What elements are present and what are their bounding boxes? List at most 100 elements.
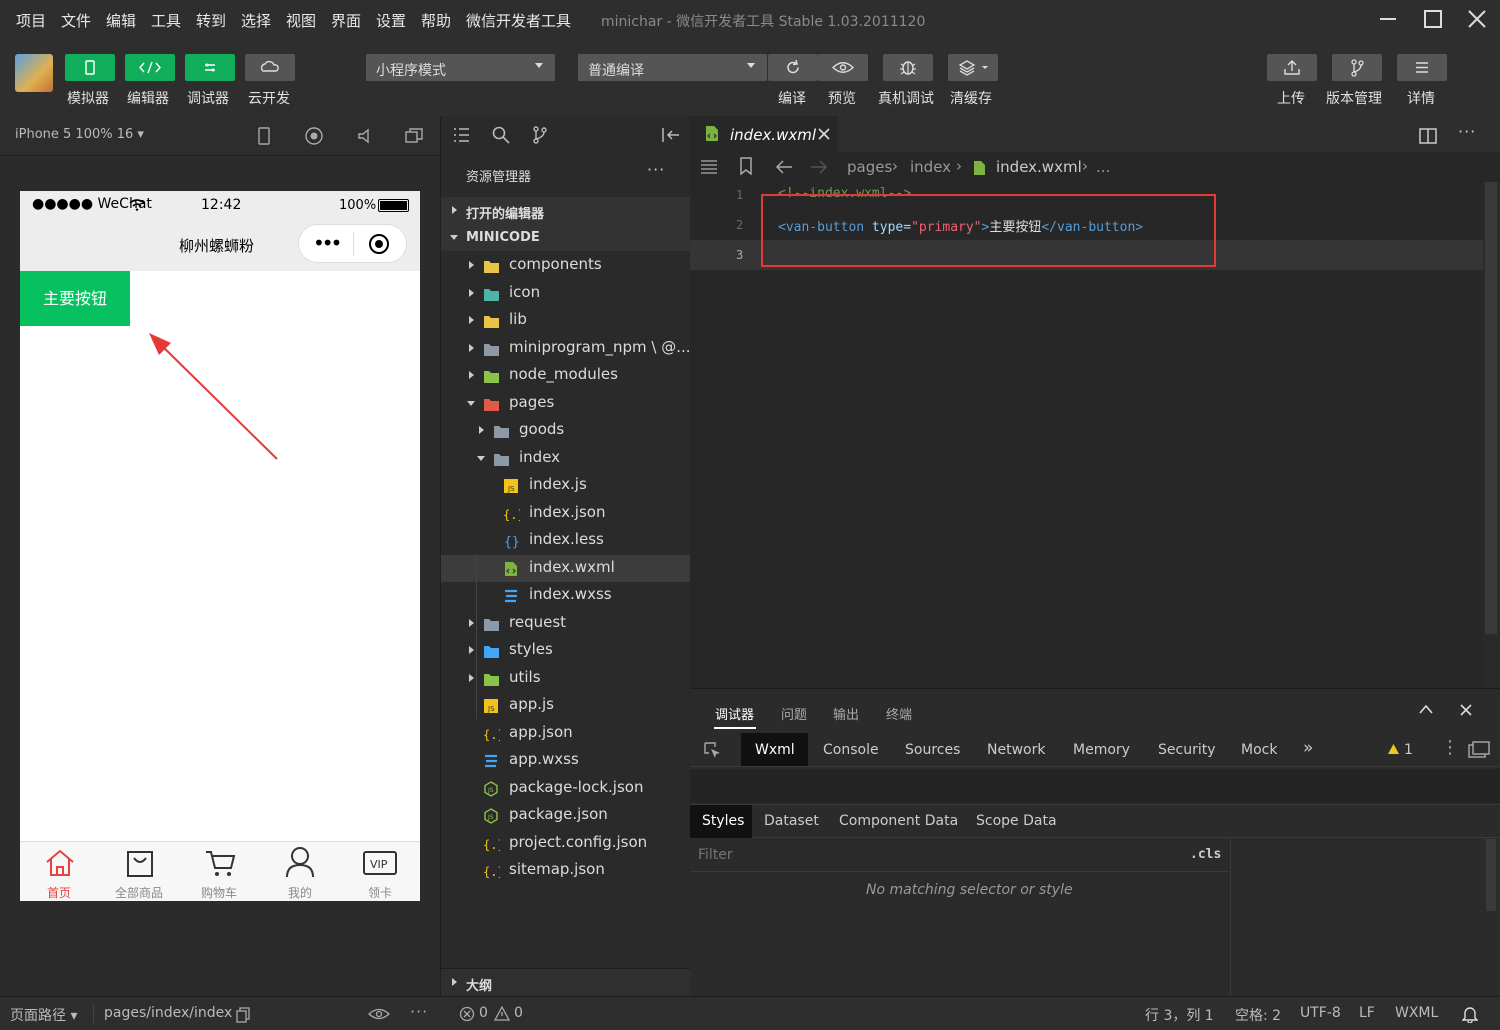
more-icon[interactable]: ··· (647, 160, 665, 179)
split-editor-icon[interactable] (1419, 128, 1437, 144)
record-icon[interactable] (304, 126, 324, 146)
outline-section[interactable]: 大纲 (441, 968, 690, 996)
avatar[interactable] (15, 54, 53, 92)
folder-item[interactable]: icon (441, 280, 690, 307)
file-item[interactable]: app.wxss (441, 747, 690, 774)
folder-item[interactable]: styles (441, 637, 690, 664)
filter-input[interactable] (693, 842, 1175, 868)
arrow-right-icon[interactable] (810, 159, 828, 175)
menu-select[interactable]: 选择 (241, 10, 271, 31)
speaker-icon[interactable] (355, 126, 375, 146)
panel-security[interactable]: Security (1158, 742, 1216, 758)
panel-network[interactable]: Network (987, 742, 1045, 758)
kebab-menu-icon[interactable]: ⋮ (1441, 737, 1459, 758)
menu-tools[interactable]: 工具 (151, 10, 181, 31)
warning-count[interactable]: 1 (1404, 742, 1413, 758)
language-mode[interactable]: WXML (1395, 1005, 1438, 1021)
file-item[interactable]: {.} app.json (441, 720, 690, 747)
scrollbar[interactable] (1483, 182, 1500, 688)
details-button[interactable] (1397, 54, 1447, 81)
menu-wechat-devtools[interactable]: 微信开发者工具 (466, 10, 571, 31)
search-icon[interactable] (492, 126, 510, 144)
tab-styles[interactable]: Styles (690, 805, 752, 838)
breadcrumb-item[interactable]: pages (847, 158, 892, 176)
close-capsule-icon[interactable] (369, 234, 389, 254)
tab-mine[interactable]: 我的 (260, 842, 340, 902)
folder-item[interactable]: miniprogram_npm \ @... (441, 335, 691, 362)
device-select[interactable]: iPhone 5 100% 16 ▾ (15, 127, 144, 142)
clear-cache-button[interactable] (948, 54, 998, 81)
folder-item[interactable]: components (441, 252, 690, 279)
breadcrumb-item[interactable]: ... (1096, 158, 1110, 176)
indent-size[interactable]: 空格: 2 (1235, 1005, 1281, 1025)
file-item[interactable]: JS package.json (441, 802, 690, 829)
maximize-icon[interactable] (1424, 10, 1442, 28)
close-icon[interactable] (818, 128, 830, 140)
compile-select[interactable]: 普通编译 (578, 54, 767, 81)
scrollbar-thumb[interactable] (1485, 182, 1497, 634)
eol[interactable]: LF (1359, 1005, 1375, 1021)
list-icon[interactable] (452, 126, 470, 144)
file-item[interactable]: JS index.js (441, 472, 690, 499)
file-item[interactable]: JS app.js (441, 692, 690, 719)
eye-icon[interactable] (368, 1007, 390, 1021)
file-item[interactable]: {.} project.config.json (441, 830, 690, 857)
warning-count[interactable]: 0 (514, 1005, 523, 1021)
menu-interface[interactable]: 界面 (331, 10, 361, 31)
menu-goto[interactable]: 转到 (196, 10, 226, 31)
chevron-up-icon[interactable] (1419, 704, 1433, 714)
close-icon[interactable] (1468, 10, 1486, 28)
menu-settings[interactable]: 设置 (376, 10, 406, 31)
bell-icon[interactable] (1462, 1005, 1478, 1023)
breadcrumb-item[interactable]: index.wxml (996, 158, 1082, 176)
error-count[interactable]: 0 (479, 1005, 488, 1021)
file-item[interactable]: {.} sitemap.json (441, 857, 690, 884)
open-editors-section[interactable]: 打开的编辑器 (441, 197, 690, 224)
menu-project[interactable]: 项目 (16, 10, 46, 31)
version-button[interactable] (1332, 54, 1382, 81)
menu-help[interactable]: 帮助 (421, 10, 451, 31)
collapse-sidebar-icon[interactable] (661, 126, 681, 144)
tab-problems[interactable]: 问题 (781, 704, 807, 723)
panel-console[interactable]: Console (823, 742, 879, 758)
file-item[interactable]: index.wxss (441, 582, 690, 609)
mode-select[interactable]: 小程序模式 (366, 54, 555, 81)
menu-file[interactable]: 文件 (61, 10, 91, 31)
inspect-element-icon[interactable] (703, 741, 721, 759)
scrollbar[interactable] (1486, 839, 1496, 911)
detach-window-icon[interactable] (403, 126, 425, 146)
compile-button[interactable] (768, 54, 818, 81)
panel-mock[interactable]: Mock (1241, 742, 1277, 758)
panel-sources[interactable]: Sources (905, 742, 960, 758)
page-path-select[interactable]: 页面路径 ▾ (10, 1005, 77, 1025)
menu-edit[interactable]: 编辑 (106, 10, 136, 31)
list-icon[interactable] (700, 159, 718, 175)
cursor-position[interactable]: 行 3，列 1 (1145, 1005, 1214, 1025)
folder-item[interactable]: pages (441, 390, 690, 417)
tab-index-wxml[interactable]: index.wxml (690, 116, 838, 152)
more-icon[interactable]: ••• (313, 231, 342, 255)
simulator-toggle-button[interactable] (65, 54, 115, 81)
cls-toggle[interactable]: .cls (1190, 847, 1221, 862)
more-icon[interactable]: ··· (1458, 122, 1476, 141)
menu-view[interactable]: 视图 (286, 10, 316, 31)
tab-output[interactable]: 输出 (833, 704, 859, 723)
tab-debugger[interactable]: 调试器 (715, 704, 754, 723)
file-item[interactable]: {} index.less (441, 527, 690, 554)
device-debug-button[interactable] (883, 54, 933, 81)
tab-all-goods[interactable]: 全部商品 (100, 842, 180, 902)
minimize-icon[interactable] (1380, 18, 1396, 20)
folder-item[interactable]: index (441, 445, 690, 472)
dock-icon[interactable] (1468, 741, 1490, 759)
more-icon[interactable]: ··· (410, 1002, 428, 1021)
folder-item[interactable]: request (441, 610, 690, 637)
cloud-dev-button[interactable] (245, 54, 295, 81)
arrow-left-icon[interactable] (775, 159, 793, 175)
file-item[interactable]: index.wxml (441, 554, 690, 582)
more-panels-icon[interactable]: » (1303, 738, 1313, 758)
tab-component-data[interactable]: Component Data (839, 813, 958, 829)
breadcrumb-item[interactable]: index (910, 158, 951, 176)
close-icon[interactable] (1460, 704, 1472, 716)
folder-item[interactable]: node_modules (441, 362, 690, 389)
folder-item[interactable]: goods (441, 417, 690, 444)
